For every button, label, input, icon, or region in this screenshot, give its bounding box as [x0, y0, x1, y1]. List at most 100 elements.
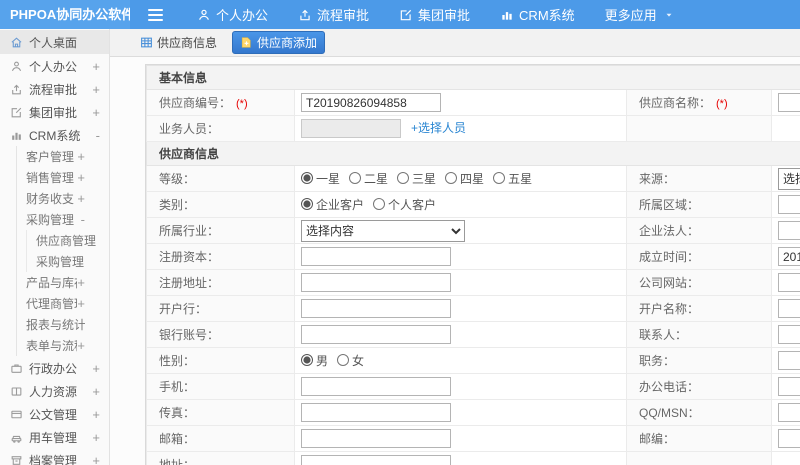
workflow-icon	[10, 83, 23, 96]
qq-msn-input[interactable]	[778, 403, 800, 422]
sidebar-item-workflow-approval[interactable]: 流程审批 +	[0, 79, 109, 100]
expander-minus-icon[interactable]: -	[81, 213, 85, 226]
sidebar-item-document-mgmt[interactable]: 公文管理 +	[0, 404, 109, 425]
business-person-input[interactable]	[301, 119, 401, 139]
sidebar-item-personal-office[interactable]: 个人办公 +	[0, 56, 109, 77]
nav-item-personal-office[interactable]: 个人办公	[197, 5, 268, 24]
expander-plus-icon[interactable]: +	[77, 192, 85, 205]
field-label: 联系人：	[639, 328, 688, 342]
sidebar-item-purchasing[interactable]: 采购管理	[0, 251, 109, 272]
supplier-form-panel: 基本信息供应商编号： (*) 供应商名称： (*) 业务人员： +选择人员供应商信息等级：…	[145, 64, 800, 465]
tab-supplier-add[interactable]: 供应商添加	[232, 31, 326, 54]
tab-supplier-info[interactable]: 供应商信息	[132, 31, 225, 54]
expander-plus-icon[interactable]: +	[77, 276, 85, 289]
expander-plus-icon[interactable]: +	[77, 297, 85, 310]
expander-plus-icon[interactable]: +	[77, 171, 85, 184]
briefcase-icon	[10, 362, 23, 375]
sidebar-item-customer-mgmt[interactable]: 客户管理 +	[0, 146, 109, 167]
sidebar-item-group-approval[interactable]: 集团审批 +	[0, 102, 109, 123]
contact-person-input[interactable]	[778, 325, 800, 344]
region-input[interactable]	[778, 195, 800, 214]
expander-minus-icon[interactable]: -	[96, 129, 100, 142]
field-label: 银行账号：	[159, 328, 220, 342]
sidebar-item-reports-stats[interactable]: 报表与统计	[0, 314, 109, 335]
mobile-input[interactable]	[301, 377, 451, 396]
founding-date-input[interactable]	[778, 247, 800, 266]
expander-plus-icon[interactable]: +	[92, 60, 100, 73]
gender-radio-option[interactable]: 男	[301, 352, 328, 369]
table-icon	[140, 36, 153, 49]
legal-person-input[interactable]	[778, 221, 800, 240]
source-select[interactable]: 选择内容	[778, 167, 800, 190]
nav-item-workflow-approval[interactable]: 流程审批	[298, 5, 369, 24]
level-radio-option[interactable]: 一星	[301, 170, 340, 187]
field-label: 所属区域：	[639, 198, 700, 212]
expander-plus-icon[interactable]: +	[92, 362, 100, 375]
level-radio-option[interactable]: 四星	[445, 170, 484, 187]
expander-plus-icon[interactable]: +	[92, 83, 100, 96]
category-radio-option[interactable]: 个人客户	[373, 196, 436, 213]
gender-radio-option[interactable]: 女	[337, 352, 364, 369]
expander-plus-icon[interactable]: +	[92, 106, 100, 119]
level-radio-option[interactable]: 二星	[349, 170, 388, 187]
nav-item-crm-system[interactable]: CRM系统	[500, 5, 575, 24]
field-label: 开户名称：	[639, 302, 700, 316]
expander-plus-icon[interactable]: +	[92, 408, 100, 421]
expander-plus-icon[interactable]: +	[92, 431, 100, 444]
field-label: 地址：	[159, 458, 196, 465]
company-website-input[interactable]	[778, 273, 800, 292]
zipcode-input[interactable]	[778, 429, 800, 448]
menu-toggle-icon[interactable]	[148, 8, 163, 21]
sidebar-item-purchase-mgmt[interactable]: 采购管理 -	[0, 209, 109, 230]
gender-radio: 男女	[301, 352, 373, 369]
registered-address-input[interactable]	[301, 273, 451, 292]
sidebar-item-finance-io[interactable]: 财务收支 +	[0, 188, 109, 209]
expander-plus-icon[interactable]: +	[77, 150, 85, 163]
sidebar-item-supplier-mgmt[interactable]: 供应商管理	[0, 230, 109, 251]
email-input[interactable]	[301, 429, 451, 448]
sidebar-item-form-flow-settings[interactable]: 表单与流程设置+	[0, 335, 109, 356]
fax-input[interactable]	[301, 403, 451, 422]
sidebar-item-archive-mgmt[interactable]: 档案管理 +	[0, 450, 109, 465]
category-radio-option[interactable]: 企业客户	[301, 196, 364, 213]
field-label: 等级：	[159, 172, 196, 186]
account-name-input[interactable]	[778, 299, 800, 318]
field-label: 供应商名称：	[639, 96, 712, 110]
bank-branch-input[interactable]	[301, 299, 451, 318]
form-row: 等级： 一星 二星 三星 四星 五星 来源： 选择内容	[146, 165, 800, 192]
sidebar-item-human-resources[interactable]: 人力资源 +	[0, 381, 109, 402]
form-row: 注册地址： 公司网站：	[146, 269, 800, 296]
sidebar-item-vehicle-mgmt[interactable]: 用车管理 +	[0, 427, 109, 448]
sidebar-item-admin-office[interactable]: 行政办公 +	[0, 358, 109, 379]
sidebar-item-sales-mgmt[interactable]: 销售管理 +	[0, 167, 109, 188]
nav-item-group-approval[interactable]: 集团审批	[399, 5, 470, 24]
field-label: 类别：	[159, 198, 196, 212]
industry-select[interactable]: 选择内容	[301, 219, 465, 242]
expander-plus-icon[interactable]: +	[92, 454, 100, 465]
sidebar-item-product-inventory[interactable]: 产品与库存+	[0, 272, 109, 293]
form-row: 传真： QQ/MSN：	[146, 399, 800, 426]
sidebar-item-personal-desktop[interactable]: 个人桌面	[0, 30, 109, 54]
chart-icon	[10, 129, 23, 142]
expander-plus-icon[interactable]: +	[92, 385, 100, 398]
form-row: 地址：	[146, 451, 800, 465]
choose-person-link[interactable]: +选择人员	[411, 121, 466, 135]
expander-plus-icon[interactable]: +	[77, 339, 85, 352]
bank-account-input[interactable]	[301, 325, 451, 344]
job-title-input[interactable]	[778, 351, 800, 370]
supplier-name-input[interactable]	[778, 93, 800, 112]
sidebar-item-agent-mgmt[interactable]: 代理商管理+	[0, 293, 109, 314]
level-radio-option[interactable]: 三星	[397, 170, 436, 187]
nav-item-more-apps[interactable]: 更多应用	[605, 5, 674, 24]
top-nav: 个人办公 流程审批 集团审批 CRM系统 更多应用	[197, 5, 674, 24]
field-label: 性别：	[159, 354, 196, 368]
field-label: 所属行业：	[159, 224, 220, 238]
top-header: PHPOA协同办公软件 个人办公 流程审批 集团审批 CRM系统 更多应用	[0, 0, 800, 29]
supplier-form-table: 基本信息供应商编号： (*) 供应商名称： (*) 业务人员： +选择人员供应商信息等级：…	[146, 65, 800, 465]
level-radio-option[interactable]: 五星	[493, 170, 532, 187]
supplier-code-input[interactable]	[301, 93, 441, 112]
address-input[interactable]	[301, 455, 451, 465]
sidebar-item-crm-system[interactable]: CRM系统 -	[0, 125, 109, 146]
registered-capital-input[interactable]	[301, 247, 451, 266]
office-phone-input[interactable]	[778, 377, 800, 396]
